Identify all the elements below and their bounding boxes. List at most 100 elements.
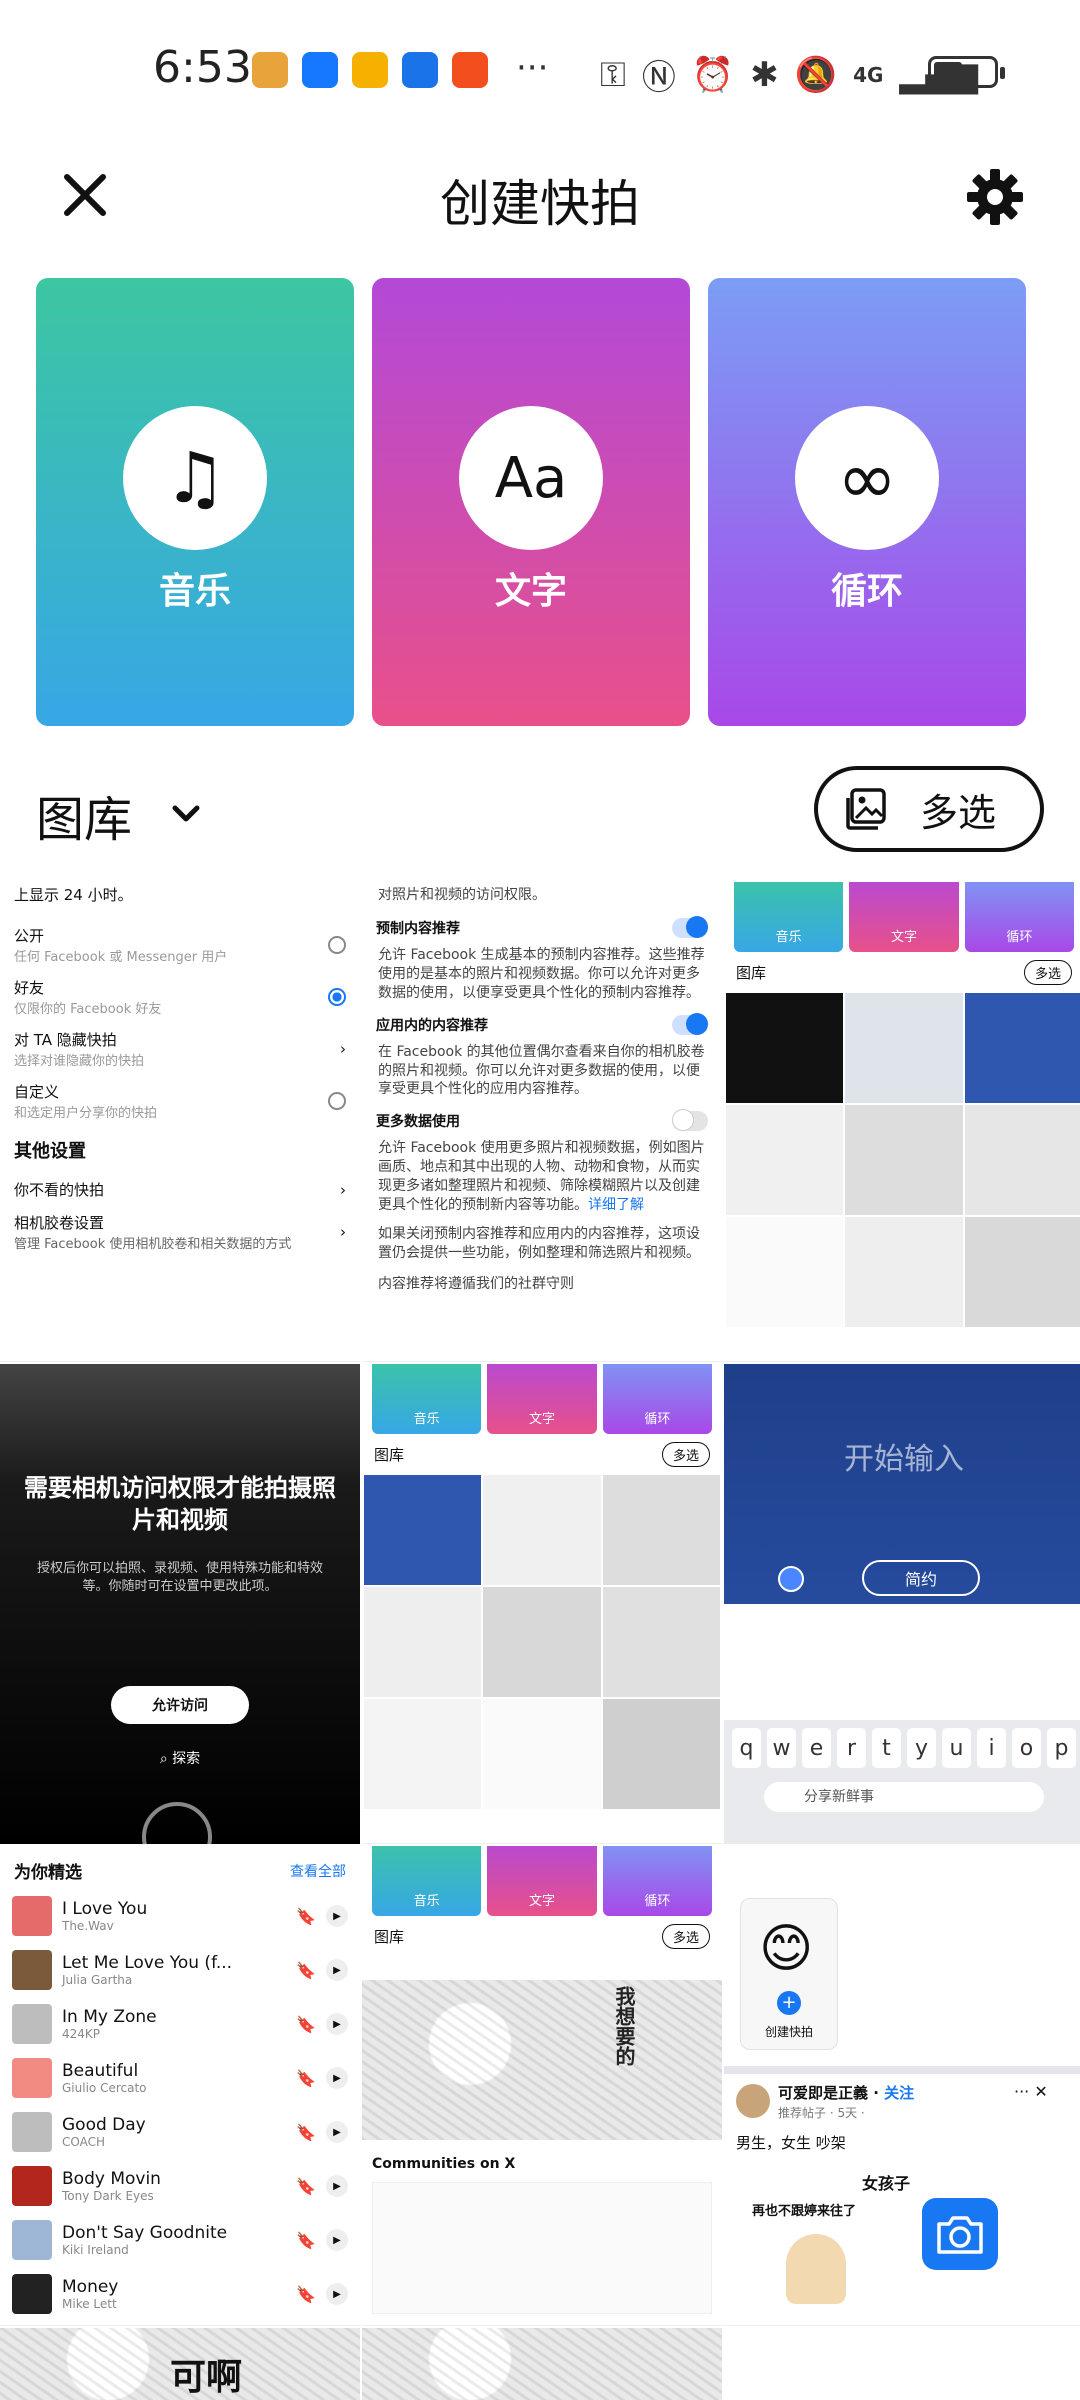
gallery-dropdown-label[interactable]: 图库 (36, 780, 132, 850)
gallery-thumb[interactable]: 音乐 文字 循环 图库 多选 (724, 882, 1080, 1362)
text-mode-card[interactable]: Aa 文字 (372, 278, 690, 726)
thumb-text: 管理 Facebook 使用相机胶卷和相关数据的方式 (14, 1237, 292, 1252)
bookmark-icon: 🔖 (296, 2284, 316, 2304)
thumb-row: 应用内的内容推荐 (362, 1005, 722, 1041)
multi-select-label: 多选 (920, 790, 997, 835)
toggle-on-icon (672, 916, 708, 938)
mini-keyboard: qwertyuiop 分享新鲜事 (724, 1720, 1080, 1844)
bookmark-icon: 🔖 (296, 2068, 316, 2088)
album-cover (12, 2058, 52, 2098)
gear-icon (967, 169, 1023, 225)
status-time: 6:53 (153, 42, 252, 93)
story-mode-cards: ♫ 音乐 Aa 文字 ∞ 循环 (36, 278, 1026, 726)
thumb-text: ⌕ 探索 (159, 1751, 201, 1767)
track-row: I Love You The.Wav 🔖 ▶ (0, 1889, 360, 1943)
album-cover (12, 2004, 52, 2044)
toggle-off-icon (672, 1109, 708, 1132)
thumb-text: 音乐 (372, 1846, 482, 1916)
gallery-thumb[interactable]: 😊 + 创建快拍 可爱即是正義 · 关注 推荐帖子 · 5天 · ··· ✕ 男… (724, 1846, 1080, 2326)
play-icon: ▶ (326, 2067, 348, 2089)
camera-button[interactable] (922, 2198, 998, 2270)
mini-gallery-bar: 图库 多选 (362, 1916, 722, 1957)
play-icon: ▶ (326, 2175, 348, 2197)
thumb-text: 女孩子 (862, 2174, 911, 2193)
track-row: Let Me Love You (f... Julia Gartha 🔖 ▶ (0, 1943, 360, 1997)
create-story-card: 😊 + 创建快拍 (740, 1898, 838, 2050)
system-icons: ⚿ Ⓝ ⏰ ✱ 🔕 4G ▂▄▆ (600, 50, 978, 99)
thumb-row: 你不看的快拍 › (0, 1173, 360, 1206)
multi-image-icon (846, 788, 886, 830)
thumb-text: 开始输入 (844, 1442, 964, 1477)
cartoon-face (786, 2234, 846, 2304)
thumb-text: 自定义 (14, 1083, 60, 1101)
thumb-text: 循环 (964, 882, 1074, 952)
chevron-right-icon: › (340, 1040, 346, 1058)
mute-icon: 🔕 (794, 54, 838, 95)
gallery-thumb[interactable]: 需要相机访问权限才能拍摄照片和视频 授权后你可以拍照、录视频、使用特殊功能和特效… (0, 1364, 360, 1844)
thumb-text: 允许 Facebook 使用更多照片和视频数据，例如图片画质、地点和其中出现的人… (378, 1140, 705, 1214)
style-pill: 简约 (862, 1560, 980, 1596)
album-cover (12, 1950, 52, 1990)
thumb-text: 音乐 (372, 1364, 482, 1434)
gallery-thumb[interactable]: 对照片和视频的访问权限。 预制内容推荐 允许 Facebook 生成基本的预制内… (362, 882, 722, 1362)
thumb-text: 任何 Facebook 或 Messenger 用户 (14, 950, 228, 965)
gallery-thumb[interactable]: 开始输入 简约 qwertyuiop 分享新鲜事 (724, 1364, 1080, 1844)
avatar (736, 2084, 770, 2118)
mini-collage (362, 1475, 722, 1809)
track-row: Beautiful Giulio Cercato 🔖 ▶ (0, 2051, 360, 2105)
status-bar: 6:53 ··· ⚿ Ⓝ ⏰ ✱ 🔕 4G ▂▄▆ (0, 0, 1080, 140)
gallery-thumb[interactable]: 上显示 24 小时。 公开 任何 Facebook 或 Messenger 用户 … (0, 882, 360, 1362)
album-cover (12, 1896, 52, 1936)
thumb-text: 循环 (602, 1846, 712, 1916)
play-icon: ▶ (326, 1905, 348, 1927)
thumb-text: 对 TA 隐藏快拍 (14, 1031, 117, 1049)
gallery-thumb[interactable]: 可啊 (0, 2328, 360, 2400)
thumb-text: 可爱即是正義 · 关注 (778, 2084, 915, 2102)
play-icon: ▶ (326, 2283, 348, 2305)
app-notification-icon (252, 52, 288, 88)
track-text: Let Me Love You (f... Julia Gartha (62, 1953, 233, 1987)
battery-icon (928, 56, 1005, 88)
page-title: 创建快拍 (440, 175, 640, 233)
play-icon: ▶ (326, 1959, 348, 1981)
loop-mode-label: 循环 (830, 571, 903, 612)
thumb-text: Communities on X (372, 2156, 516, 2172)
thumb-text: 应用内的内容推荐 (376, 1017, 488, 1034)
nfc-icon: Ⓝ (641, 58, 676, 98)
gallery-bar: 图库 多选 (0, 760, 1080, 870)
track-row: Money Mike Lett 🔖 ▶ (0, 2267, 360, 2321)
chevron-down-icon[interactable] (168, 796, 204, 836)
bookmark-icon: 🔖 (296, 2230, 316, 2250)
toggle-on-icon (672, 1012, 708, 1035)
gallery-thumb[interactable]: 音乐 文字 循环 图库 多选 (362, 1364, 722, 1844)
thumb-text: 如果关闭预制内容推荐和应用内的内容推荐，这项设置仍会提供一些功能，例如整理和筛选… (378, 1225, 700, 1261)
more-icon: ··· ✕ (1014, 2082, 1048, 2101)
music-mode-label: 音乐 (158, 571, 231, 612)
thumb-text: 推荐帖子 · 5天 · (778, 2106, 865, 2120)
album-cover (12, 2274, 52, 2314)
loop-mode-card[interactable]: ∞ 循环 (708, 278, 1026, 726)
thumb-text: 允许 Facebook 生成基本的预制内容推荐。这些推荐使用的是基本的照片和视频… (378, 947, 705, 1001)
more-notifications: ··· (516, 48, 549, 88)
thumb-text: 授权后你可以拍照、录视频、使用特殊功能和特效等。你随时可在设置中更改此项。 (36, 1561, 323, 1595)
thumb-text: 可啊 (170, 2357, 243, 2398)
thumb-text: 为你精选 (14, 1863, 82, 1883)
bluetooth-icon: ✱ (750, 54, 779, 95)
radio-icon (328, 936, 346, 954)
multi-select-button[interactable]: 多选 (814, 766, 1044, 852)
gallery-thumb[interactable]: 为你精选 查看全部 I Love You The.Wav 🔖 ▶ Let Me Love… (0, 1846, 360, 2326)
music-note-icon: ♫ (123, 406, 267, 550)
track-list: I Love You The.Wav 🔖 ▶ Let Me Love You (f...… (0, 1889, 360, 2321)
gallery-thumb[interactable] (362, 2328, 722, 2400)
track-text: Body Movin Tony Dark Eyes (62, 2169, 161, 2203)
gallery-thumb[interactable]: 音乐 文字 循环 图库 多选 我想要的 Communities on X (362, 1846, 722, 2326)
mini-mode-cards: 音乐 文字 循环 (362, 1846, 722, 1916)
thumb-text: 上显示 24 小时。 (14, 886, 133, 904)
album-cover (12, 2220, 52, 2260)
radio-selected-icon (328, 988, 346, 1006)
album-cover (12, 2112, 52, 2152)
settings-button[interactable] (960, 162, 1030, 232)
music-mode-card[interactable]: ♫ 音乐 (36, 278, 354, 726)
smiley-icon: 😊 (759, 1919, 814, 1979)
gallery-thumb[interactable] (724, 2328, 1080, 2400)
